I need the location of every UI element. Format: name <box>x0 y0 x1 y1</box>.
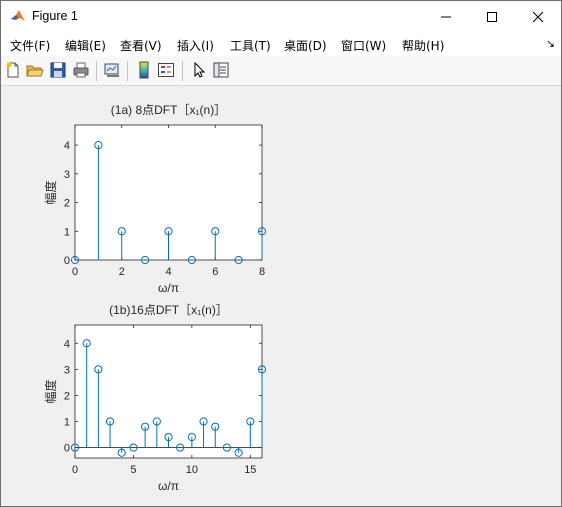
menu-help[interactable]: 帮助(H) <box>402 37 444 54</box>
minimize-button[interactable] <box>423 1 469 32</box>
property-inspector-icon[interactable] <box>212 61 230 79</box>
figure-canvas: 0 1 2 3 4 0 2 4 6 8 (1a) 8点DFT［x₁(n)］ ω/π 幅度 0 1 2 3 4 0 5 1… <box>1 86 561 506</box>
x-tick-label: 6 <box>212 266 218 278</box>
x-tick-label: 15 <box>244 464 256 476</box>
close-icon <box>532 11 544 22</box>
window-title: Figure 1 <box>32 9 78 23</box>
x-tick-label: 8 <box>259 266 265 278</box>
y-tick-label: 0 <box>64 443 70 455</box>
y-tick-label: 0 <box>64 255 70 267</box>
x-tick-label: 2 <box>119 266 125 278</box>
matlab-icon <box>11 10 25 21</box>
y-tick-label: 1 <box>64 416 70 428</box>
minimize-icon <box>441 16 451 17</box>
x-tick-label: 0 <box>72 464 78 476</box>
chart-title: (1b)16点DFT［x₁(n)］ <box>109 303 228 317</box>
arrow-icon[interactable]: ↘ <box>546 37 555 50</box>
x-tick-label: 4 <box>165 266 171 278</box>
legend-icon[interactable] <box>157 61 175 79</box>
x-tick-label: 10 <box>186 464 198 476</box>
menu-edit[interactable]: 编辑(E) <box>65 37 106 54</box>
y-tick-label: 4 <box>64 338 70 350</box>
y-tick-label: 3 <box>64 364 70 376</box>
colorbar-icon[interactable] <box>135 61 153 79</box>
save-icon[interactable] <box>49 61 67 79</box>
menu-bar: 文件(F) 编辑(E) 查看(V) 插入(I) 工具(T) 桌面(D) 窗口(W… <box>1 32 561 56</box>
y-tick-label: 4 <box>64 140 70 152</box>
title-bar[interactable]: Figure 1 <box>1 1 561 32</box>
x-tick-label: 5 <box>130 464 136 476</box>
x-tick-label: 0 <box>72 266 78 278</box>
y-axis-label: 幅度 <box>43 379 58 403</box>
y-tick-label: 2 <box>64 198 70 210</box>
y-tick-label: 3 <box>64 169 70 181</box>
link-icon[interactable] <box>103 61 121 79</box>
new-figure-icon[interactable] <box>4 61 22 79</box>
chart-title: (1a) 8点DFT［x₁(n)］ <box>111 103 226 117</box>
pointer-icon[interactable] <box>190 61 208 79</box>
open-icon[interactable] <box>26 61 44 79</box>
figure-window: Figure 1 文件(F) 编辑(E) 查看(V) 插入(I) 工具(T) 桌… <box>0 0 562 507</box>
menu-view[interactable]: 查看(V) <box>120 37 162 54</box>
maximize-button[interactable] <box>469 1 515 32</box>
menu-tools[interactable]: 工具(T) <box>230 37 271 54</box>
menu-insert[interactable]: 插入(I) <box>177 37 214 54</box>
maximize-icon <box>487 11 497 22</box>
menu-window[interactable]: 窗口(W) <box>341 37 386 54</box>
x-axis-label: ω/π <box>158 479 179 493</box>
figure-svg: 0 1 2 3 4 0 2 4 6 8 (1a) 8点DFT［x₁(n)］ ω/π 幅度 0 1 2 3 4 0 5 1… <box>43 103 267 493</box>
y-axis-label: 幅度 <box>43 180 58 204</box>
menu-file[interactable]: 文件(F) <box>10 37 50 54</box>
y-tick-label: 2 <box>64 390 70 402</box>
menu-desktop[interactable]: 桌面(D) <box>284 37 327 54</box>
figure-toolbar <box>1 56 561 86</box>
toolbar-separator <box>96 61 97 81</box>
close-button[interactable] <box>515 1 561 32</box>
toolbar-separator <box>182 61 183 81</box>
print-icon[interactable] <box>72 61 90 79</box>
y-tick-label: 1 <box>64 226 70 238</box>
toolbar-separator <box>127 61 128 81</box>
x-axis-label: ω/π <box>158 281 179 295</box>
